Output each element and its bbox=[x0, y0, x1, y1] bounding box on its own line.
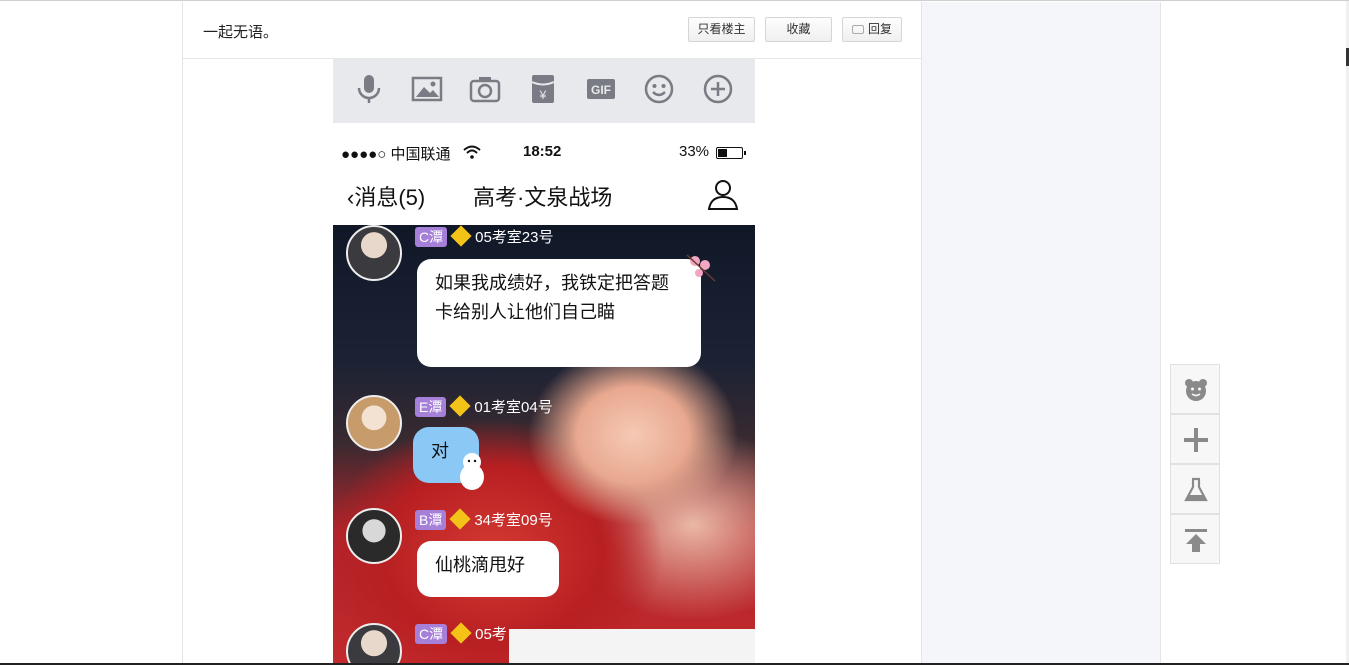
favorite-button[interactable]: 收藏 bbox=[765, 17, 832, 42]
only-op-button[interactable]: 只看楼主 bbox=[688, 17, 755, 42]
wifi-icon bbox=[463, 145, 481, 159]
post-image[interactable]: ¥ GIF ●●●●○ 中国联通 18:52 33% ‹消息(5) 高考·文泉战… bbox=[333, 59, 755, 663]
sender-name: 05考 bbox=[475, 626, 507, 643]
add-tool-button[interactable] bbox=[1170, 414, 1220, 464]
back-link: ‹消息(5) bbox=[347, 180, 425, 212]
avatar bbox=[346, 508, 402, 564]
sender-name: 01考室04号 bbox=[474, 399, 553, 416]
add-icon bbox=[1184, 428, 1208, 452]
level-badge: E潭 bbox=[415, 397, 447, 417]
status-time: 18:52 bbox=[523, 143, 562, 160]
blossom-icon bbox=[686, 254, 716, 282]
gif-icon: GIF bbox=[587, 79, 615, 99]
flask-icon bbox=[1184, 477, 1208, 502]
chat-nav-bar: ‹消息(5) 高考·文泉战场 bbox=[333, 171, 755, 223]
back-label: 消息(5) bbox=[354, 185, 426, 210]
red-packet-icon: ¥ bbox=[531, 75, 555, 103]
back-to-top-icon bbox=[1185, 529, 1207, 552]
emoji-icon bbox=[644, 74, 674, 104]
image-icon bbox=[411, 76, 443, 102]
battery-icon bbox=[716, 147, 746, 159]
star-badge-icon bbox=[449, 395, 471, 417]
post-header: 一起无语。 只看楼主 收藏 回复 bbox=[183, 2, 921, 59]
message-bubble bbox=[509, 629, 755, 663]
sender-name: 05考室23号 bbox=[475, 229, 554, 246]
back-to-top-button[interactable] bbox=[1170, 514, 1220, 564]
avatar bbox=[346, 395, 402, 451]
level-badge: B潭 bbox=[415, 510, 447, 530]
svg-text:GIF: GIF bbox=[591, 83, 611, 97]
carrier-text: ●●●●○ 中国联通 bbox=[341, 146, 451, 163]
bear-icon bbox=[1185, 379, 1207, 401]
chat-input-toolbar: ¥ GIF bbox=[333, 59, 755, 123]
emoticon-tool-button[interactable] bbox=[1170, 364, 1220, 414]
avatar bbox=[346, 623, 402, 663]
post-text: 一起无语。 bbox=[203, 24, 279, 41]
star-badge-icon bbox=[450, 622, 472, 644]
avatar bbox=[346, 225, 402, 281]
message-meta: C潭 05考 bbox=[415, 622, 507, 644]
page: 一起无语。 只看楼主 收藏 回复 ¥ GIF ●●●●○ 中国联通 18:52 … bbox=[0, 0, 1349, 665]
chat-area: C潭 05考室23号 如果我成绩好，我铁定把答题卡给别人让他们自己瞄 E潭 01考室… bbox=[333, 225, 755, 663]
phone-status-bar: ●●●●○ 中国联通 18:52 33% bbox=[333, 143, 755, 165]
level-badge: C潭 bbox=[415, 624, 448, 644]
group-members-icon bbox=[707, 180, 739, 210]
lab-tool-button[interactable] bbox=[1170, 464, 1220, 514]
sender-name: 34考室09号 bbox=[474, 512, 553, 529]
right-sidebar bbox=[922, 2, 1161, 663]
chat-title: 高考·文泉战场 bbox=[473, 185, 613, 210]
plus-icon bbox=[703, 74, 733, 104]
svg-text:¥: ¥ bbox=[539, 88, 547, 102]
message-meta: B潭 34考室09号 bbox=[415, 508, 553, 530]
message-meta: E潭 01考室04号 bbox=[415, 395, 553, 417]
battery-percent: 33% bbox=[679, 143, 710, 160]
star-badge-icon bbox=[450, 225, 472, 247]
comment-icon bbox=[851, 25, 864, 34]
message-bubble: 如果我成绩好，我铁定把答题卡给别人让他们自己瞄 bbox=[417, 259, 701, 367]
polar-bear-sticker-icon bbox=[460, 453, 484, 490]
level-badge: C潭 bbox=[415, 227, 448, 247]
message-meta: C潭 05考室23号 bbox=[415, 225, 554, 247]
message-bubble: 仙桃滴甩好 bbox=[417, 541, 559, 597]
reply-button[interactable]: 回复 bbox=[842, 17, 902, 42]
camera-icon bbox=[469, 77, 501, 103]
star-badge-icon bbox=[449, 508, 471, 530]
microphone-icon bbox=[357, 75, 381, 103]
reply-label: 回复 bbox=[867, 22, 892, 36]
